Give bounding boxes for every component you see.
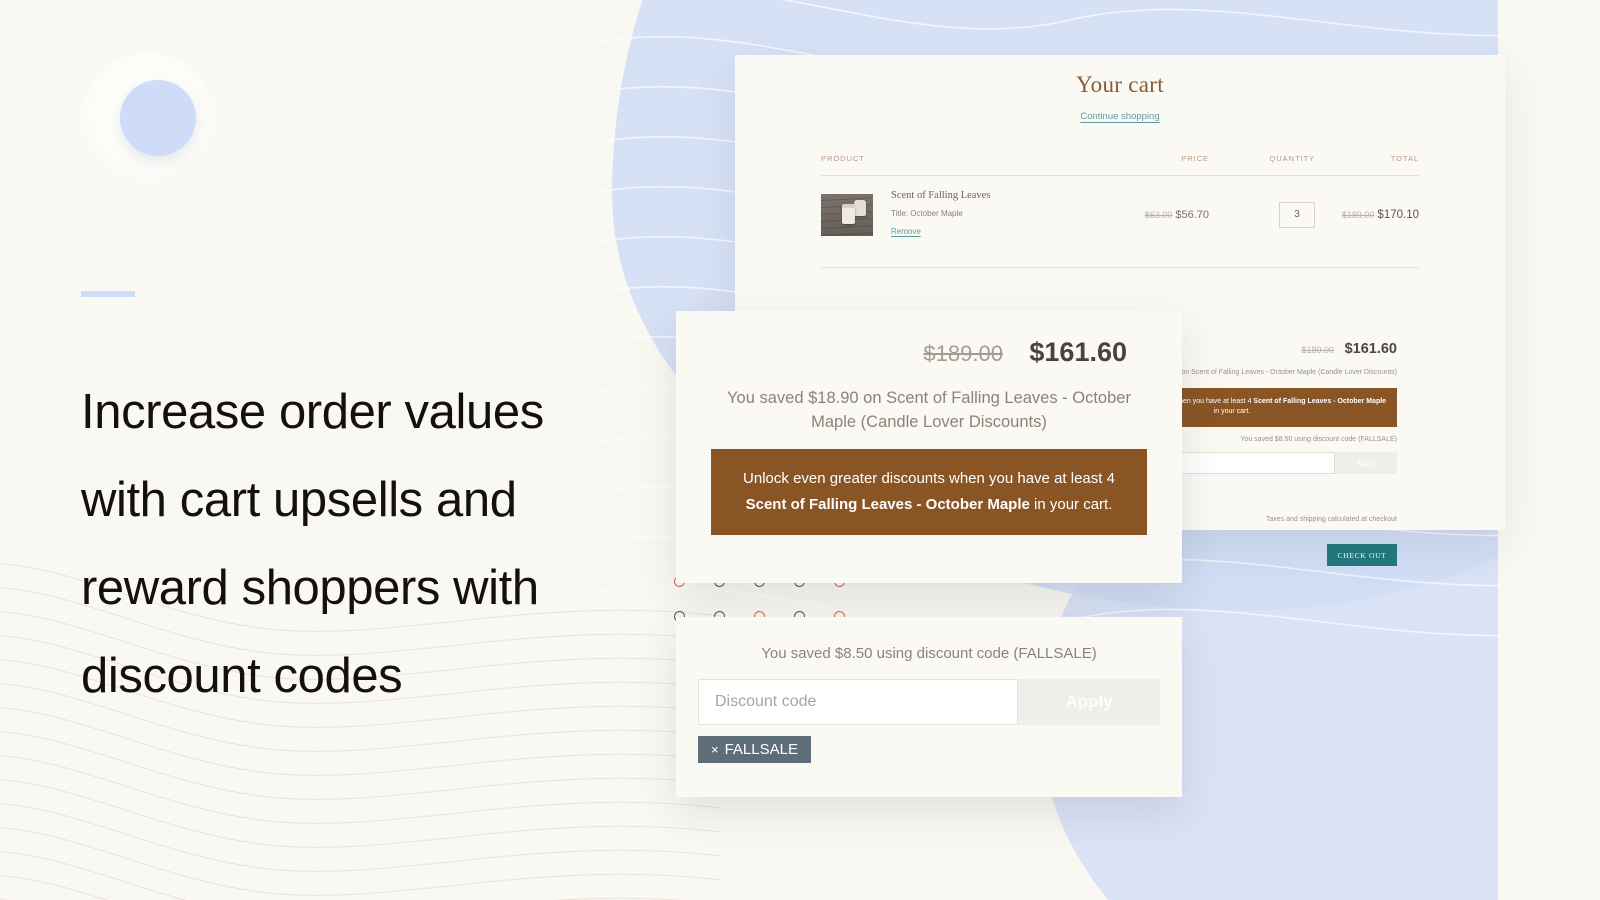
cart-table-header: PRODUCT PRICE QUANTITY TOTAL (821, 154, 1419, 163)
candle-shape-back (854, 199, 866, 216)
summary-subtotal-current: $161.60 (1344, 341, 1397, 357)
table-row: Scent of Falling Leaves Title: October M… (821, 176, 1419, 255)
product-thumbnail[interactable] (821, 193, 873, 236)
zoom-price-original: $189.00 (923, 341, 1003, 366)
total-current: $170.10 (1377, 208, 1419, 221)
product-price-cell: $63.00 $56.70 (1091, 209, 1209, 221)
price-current: $56.70 (1175, 208, 1209, 221)
continue-shopping-link-wrap[interactable]: Continue shopping (735, 111, 1505, 122)
quantity-cell: 3 (1209, 201, 1327, 228)
quantity-input[interactable]: 3 (1279, 201, 1315, 228)
logo-halo (80, 52, 216, 188)
apply-discount-button[interactable]: Apply (1335, 452, 1397, 475)
zoom-price-row: $189.00 $161.60 (711, 337, 1147, 368)
product-info: Scent of Falling Leaves Title: October M… (891, 190, 1091, 239)
table-divider-bottom (821, 267, 1419, 268)
accent-dash-divider (81, 291, 135, 297)
remove-item-link[interactable]: Remove (891, 227, 921, 236)
product-variant: Title: October Maple (891, 209, 963, 218)
zoom-apply-button[interactable]: Apply (1018, 679, 1160, 725)
zoom-discount-saved-note: You saved $8.50 using discount code (FAL… (761, 645, 1097, 662)
column-header-price: PRICE (1181, 154, 1209, 163)
zoom-upsell-pre: Unlock even greater discounts when you h… (743, 469, 1115, 487)
upsell-text-product: Scent of Falling Leaves - October Maple (1253, 397, 1387, 405)
zoom-discount-row: Discount code Apply (698, 679, 1160, 725)
zoom-price-current: $161.60 (1029, 337, 1127, 367)
cart-title: Your cart (1076, 72, 1164, 97)
zoom-applied-discount-tag[interactable]: × FALLSALE (698, 736, 811, 763)
discount-zoom-card: You saved $8.50 using discount code (FAL… (676, 617, 1182, 797)
price-original: $63.00 (1144, 209, 1173, 220)
zoom-upsell-banner: Unlock even greater discounts when you h… (711, 448, 1147, 536)
zoom-applied-discount-tag-label: FALLSALE (724, 741, 798, 758)
candle-lid-shape (842, 203, 855, 208)
upsell-zoom-card: $189.00 $161.60 You saved $18.90 on Scen… (676, 311, 1182, 583)
logo-circle-icon (120, 80, 196, 156)
summary-subtotal-original: $189.00 (1301, 345, 1335, 355)
product-title[interactable]: Scent of Falling Leaves (891, 190, 1091, 201)
zoom-remove-tag-icon[interactable]: × (711, 742, 719, 757)
column-header-product: PRODUCT (821, 154, 865, 163)
upsell-text-post: in your cart. (1213, 408, 1251, 416)
cart-table: PRODUCT PRICE QUANTITY TOTAL Scent of Fa… (821, 154, 1419, 268)
zoom-upsell-product: Scent of Falling Leaves - October Maple (745, 496, 1030, 514)
line-total-cell: $189.00 $170.10 (1327, 209, 1419, 221)
total-original: $189.00 (1341, 209, 1375, 220)
zoom-saved-note: You saved $18.90 on Scent of Falling Lea… (727, 389, 1131, 431)
column-header-quantity: QUANTITY (1269, 154, 1315, 163)
page-headline: Increase order values with cart upsells … (81, 385, 544, 703)
checkout-button[interactable]: CHECK OUT (1327, 544, 1397, 567)
zoom-discount-code-input[interactable]: Discount code (698, 679, 1018, 725)
promo-graphic: Increase order values with cart upsells … (0, 0, 1600, 900)
continue-shopping-link[interactable]: Continue shopping (735, 111, 1505, 122)
column-header-total: TOTAL (1390, 154, 1419, 163)
zoom-upsell-post: in your cart. (1029, 496, 1113, 514)
right-edge-mask (1498, 0, 1600, 900)
